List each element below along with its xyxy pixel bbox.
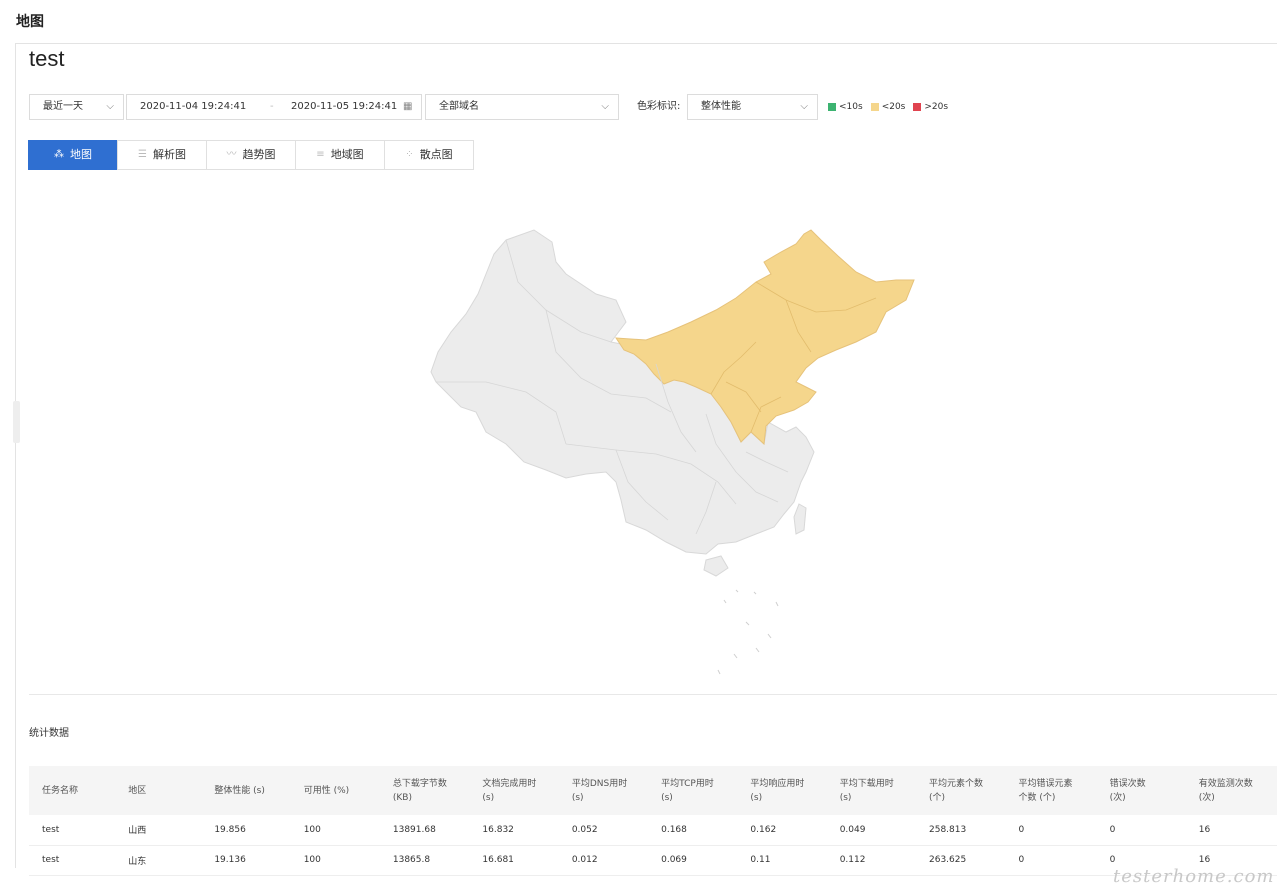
column-header: 平均元素个数 (个) [916,766,1006,815]
time-range-select[interactable]: 最近一天 ⌵ [29,94,124,120]
south-sea-islands [717,589,779,697]
table-cell: 0.168 [648,815,738,846]
view-tabs: ⁂ 地图 ☰ 解析图 〰 趋势图 ≡ 地域图 ⁘ 散点图 [28,140,474,170]
legend-item-fast: <10s [828,94,863,120]
chevron-down-icon: ⌵ [800,101,808,112]
watermark: testerhome.com [1113,866,1275,887]
column-header: 整体性能 (s) [201,766,291,815]
tab-region[interactable]: ≡ 地域图 [295,140,385,170]
section-divider [29,694,1277,695]
table-cell: 263.625 [916,845,1006,876]
table-cell: 0 [1096,815,1186,846]
column-header: 地区 [115,766,202,815]
start-date: 2020-11-04 19:24:41 [140,101,247,112]
table-cell: 0.049 [826,815,916,846]
table-cell: 13865.8 [379,845,470,876]
table-cell: 13891.68 [379,815,470,846]
column-header: 平均错误元素 个数 (个) [1005,766,1097,815]
color-metric-select[interactable]: 整体性能 ⌵ [687,94,818,120]
tab-trend[interactable]: 〰 趋势图 [206,140,296,170]
map-region-hainan[interactable] [703,555,729,577]
time-range-value: 最近一天 [43,101,83,112]
table-cell: 0.052 [558,815,649,846]
legend-item-medium: <20s [870,94,905,120]
table-cell: 0.112 [826,845,916,876]
table-cell: 山西 [115,815,202,846]
table-cell: 16.681 [469,845,559,876]
column-header: 平均下载用时 (s) [826,766,916,815]
table-cell: test [29,815,116,846]
filter-bar: 最近一天 ⌵ 2020-11-04 19:24:41 - 2020-11-05 … [29,94,1269,120]
tab-scatter[interactable]: ⁘ 散点图 [384,140,474,170]
table-cell: 19.136 [201,845,291,876]
table-cell: 0.012 [558,845,649,876]
china-map[interactable] [406,182,926,697]
legend-swatch [828,103,836,111]
table-body: test 山西 19.856 100 13891.68 16.832 0.052 0.168 0… [29,815,1277,876]
table-cell: 19.856 [201,815,291,846]
table-cell: 0 [1005,815,1097,846]
column-header: 平均响应用时 (s) [737,766,827,815]
column-header: 可用性 (%) [290,766,380,815]
collapse-handle[interactable] [13,401,20,443]
range-separator: - [270,101,274,112]
table-row: test 山东 19.136 100 13865.8 16.681 0.012 0.069 0.… [29,845,1277,876]
chevron-down-icon: ⌵ [601,101,609,112]
column-header: 有效监测次数 (次) [1185,766,1277,815]
column-header: 文档完成用时 (s) [469,766,559,815]
bar-chart-icon: ☰ [138,149,147,160]
table-cell: 0.162 [737,815,827,846]
color-legend: <10s <20s >20s [828,94,956,120]
column-header: 平均TCP用时 (s) [648,766,738,815]
scatter-icon: ⁘ [405,149,414,160]
column-header: 总下载字节数 (KB) [379,766,470,815]
calendar-icon: ▦ [403,101,413,112]
trend-line-icon: 〰 [226,149,237,160]
grid-map-icon: ⁂ [54,149,64,160]
chevron-down-icon: ⌵ [106,101,114,112]
legend-swatch [870,103,879,111]
stats-table: 任务名称 地区 整体性能 (s) 可用性 (%) 总下载字节数 (KB) 文档完成用时 (… [29,766,1277,876]
color-metric-value: 整体性能 [701,101,741,112]
legend-item-slow: >20s [913,94,948,120]
date-range-picker[interactable]: 2020-11-04 19:24:41 - 2020-11-05 19:24:4… [126,94,422,120]
table-cell: 山东 [115,845,202,876]
panel-title: test [29,46,65,71]
table-row: test 山西 19.856 100 13891.68 16.832 0.052 0.168 0… [29,815,1277,846]
column-header: 错误次数 (次) [1096,766,1186,815]
table-cell: 16 [1185,815,1277,846]
domain-value: 全部域名 [439,101,479,112]
table-header-row: 任务名称 地区 整体性能 (s) 可用性 (%) 总下载字节数 (KB) 文档完成用时 (… [29,766,1277,815]
table-cell: 0.11 [737,845,827,876]
table-cell: test [29,845,116,876]
region-bar-icon: ≡ [316,149,325,160]
table-cell: 100 [290,815,380,846]
stats-title: 统计数据 [29,728,69,739]
legend-swatch [913,103,922,111]
table-cell: 0 [1005,845,1097,876]
tab-map[interactable]: ⁂ 地图 [28,140,118,170]
column-header: 平均DNS用时 (s) [558,766,649,815]
page-heading: 地图 [16,14,44,30]
table-cell: 258.813 [916,815,1006,846]
color-label: 色彩标识: [637,101,681,112]
table-cell: 100 [290,845,380,876]
china-map-svg [430,229,915,697]
column-header: 任务名称 [29,766,116,815]
domain-select[interactable]: 全部域名 ⌵ [425,94,619,120]
monitor-panel: test 最近一天 ⌵ 2020-11-04 19:24:41 - 2020-1… [13,43,1277,887]
end-date: 2020-11-05 19:24:41 [291,101,398,112]
map-region-taiwan[interactable] [793,503,807,535]
table-cell: 16.832 [469,815,559,846]
tab-analysis[interactable]: ☰ 解析图 [117,140,207,170]
table-cell: 0.069 [648,845,738,876]
